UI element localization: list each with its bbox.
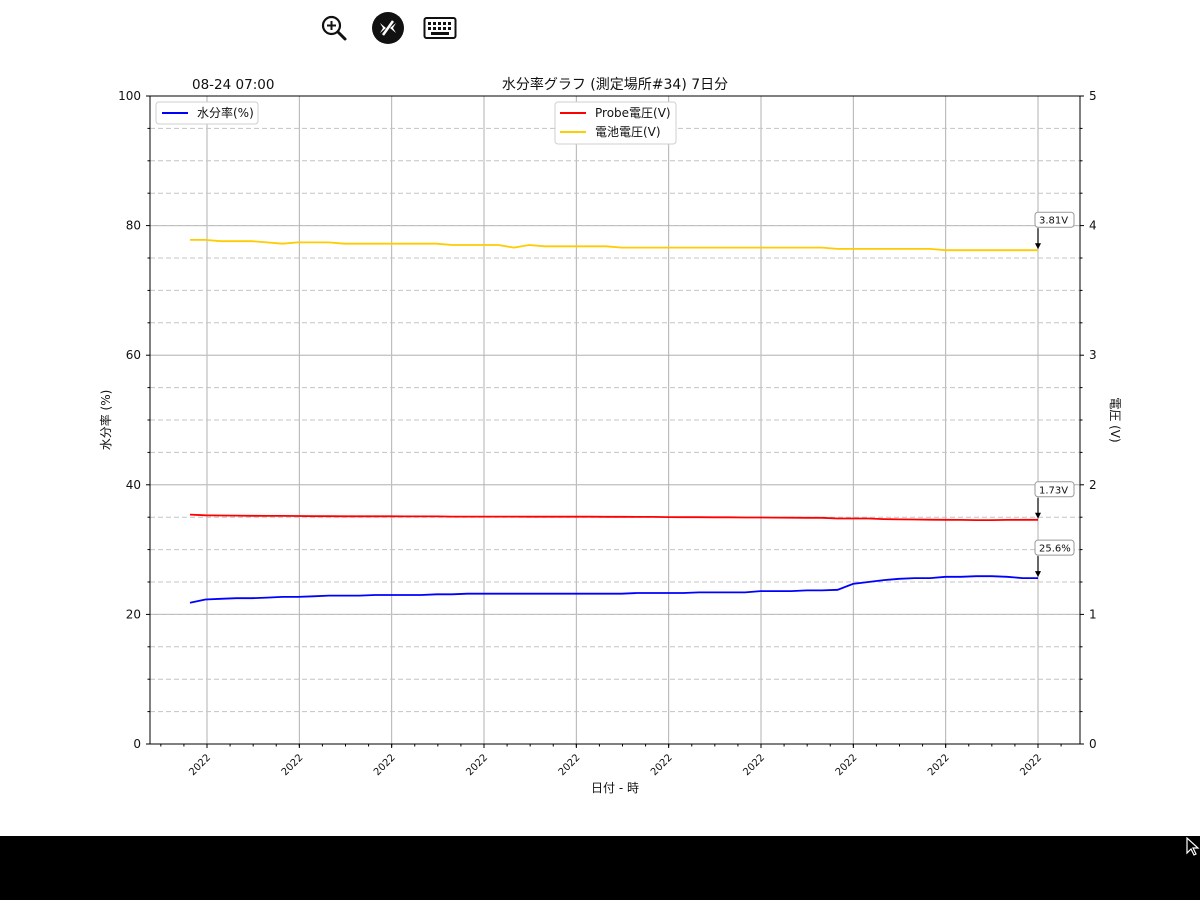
legend-label: Probe電圧(V) <box>595 106 671 120</box>
legend-label: 電池電圧(V) <box>595 125 661 139</box>
series-lines <box>189 238 1038 604</box>
y-tick-label: 40 <box>126 478 141 492</box>
remote-session-bar <box>0 836 1200 900</box>
y2-tick-label: 0 <box>1089 737 1097 751</box>
y-tick-label: 60 <box>126 348 141 362</box>
x-tick-label: 2022 <box>1018 752 1044 778</box>
y2-tick-label: 1 <box>1089 607 1097 621</box>
y2-tick-label: 5 <box>1089 89 1097 103</box>
mouse-cursor-icon <box>1186 837 1200 856</box>
x-tick-label: 2022 <box>649 752 675 778</box>
y-tick-label: 80 <box>126 219 141 233</box>
chart-title: 水分率グラフ (測定場所#34) 7日分 <box>502 76 728 93</box>
y-axis-label-right: 電圧 (V) <box>1108 397 1122 442</box>
x-tick-label: 2022 <box>280 752 306 778</box>
y-axis-label-left: 水分率 (%) <box>98 390 113 451</box>
series-line-2 <box>190 238 1038 252</box>
y-tick-label: 0 <box>133 737 141 751</box>
grid <box>150 95 1080 745</box>
moisture-chart: 0 20 40 60 80 100 0 1 2 3 4 5 2022 2022 2022 2022 2022 20… <box>98 76 1122 795</box>
y2-tick-label: 3 <box>1089 348 1097 362</box>
x-tick-label: 2022 <box>187 752 213 778</box>
keyboard-icon[interactable] <box>422 10 458 46</box>
series-line-0 <box>189 575 1038 604</box>
annotation-label: 3.81V <box>1039 216 1068 227</box>
annotation-label: 25.6% <box>1039 544 1071 555</box>
y2-tick-label: 4 <box>1089 219 1097 233</box>
legends: 水分率(%) Probe電圧(V) 電池電圧(V) <box>155 101 677 145</box>
remote-desktop-icon[interactable] <box>370 10 406 46</box>
x-tick-label: 2022 <box>557 752 583 778</box>
annotations: 3.81V 1.73V 25.6% <box>1034 211 1075 578</box>
annotation-arrowhead <box>1035 243 1041 250</box>
annotation-label: 1.73V <box>1039 485 1068 496</box>
x-axis-label: 日付 - 時 <box>591 781 639 795</box>
y2-tick-label: 2 <box>1089 478 1097 492</box>
axes: 0 20 40 60 80 100 0 1 2 3 4 5 2022 2022 2022 2022 2022 20… <box>118 89 1097 778</box>
annotation-arrowhead <box>1035 512 1041 519</box>
x-tick-label: 2022 <box>741 752 767 778</box>
zoom-in-icon[interactable] <box>316 10 352 46</box>
y-tick-label: 100 <box>118 89 141 103</box>
x-tick-label: 2022 <box>464 752 490 778</box>
y-tick-label: 20 <box>126 607 141 621</box>
x-tick-label: 2022 <box>926 752 952 778</box>
annotation-arrowhead <box>1035 571 1041 578</box>
viewer-toolbar <box>0 0 1200 56</box>
legend-label: 水分率(%) <box>197 105 254 120</box>
x-tick-label: 2022 <box>372 752 398 778</box>
x-tick-label: 2022 <box>834 752 860 778</box>
corner-label: 08-24 07:00 <box>192 77 274 93</box>
